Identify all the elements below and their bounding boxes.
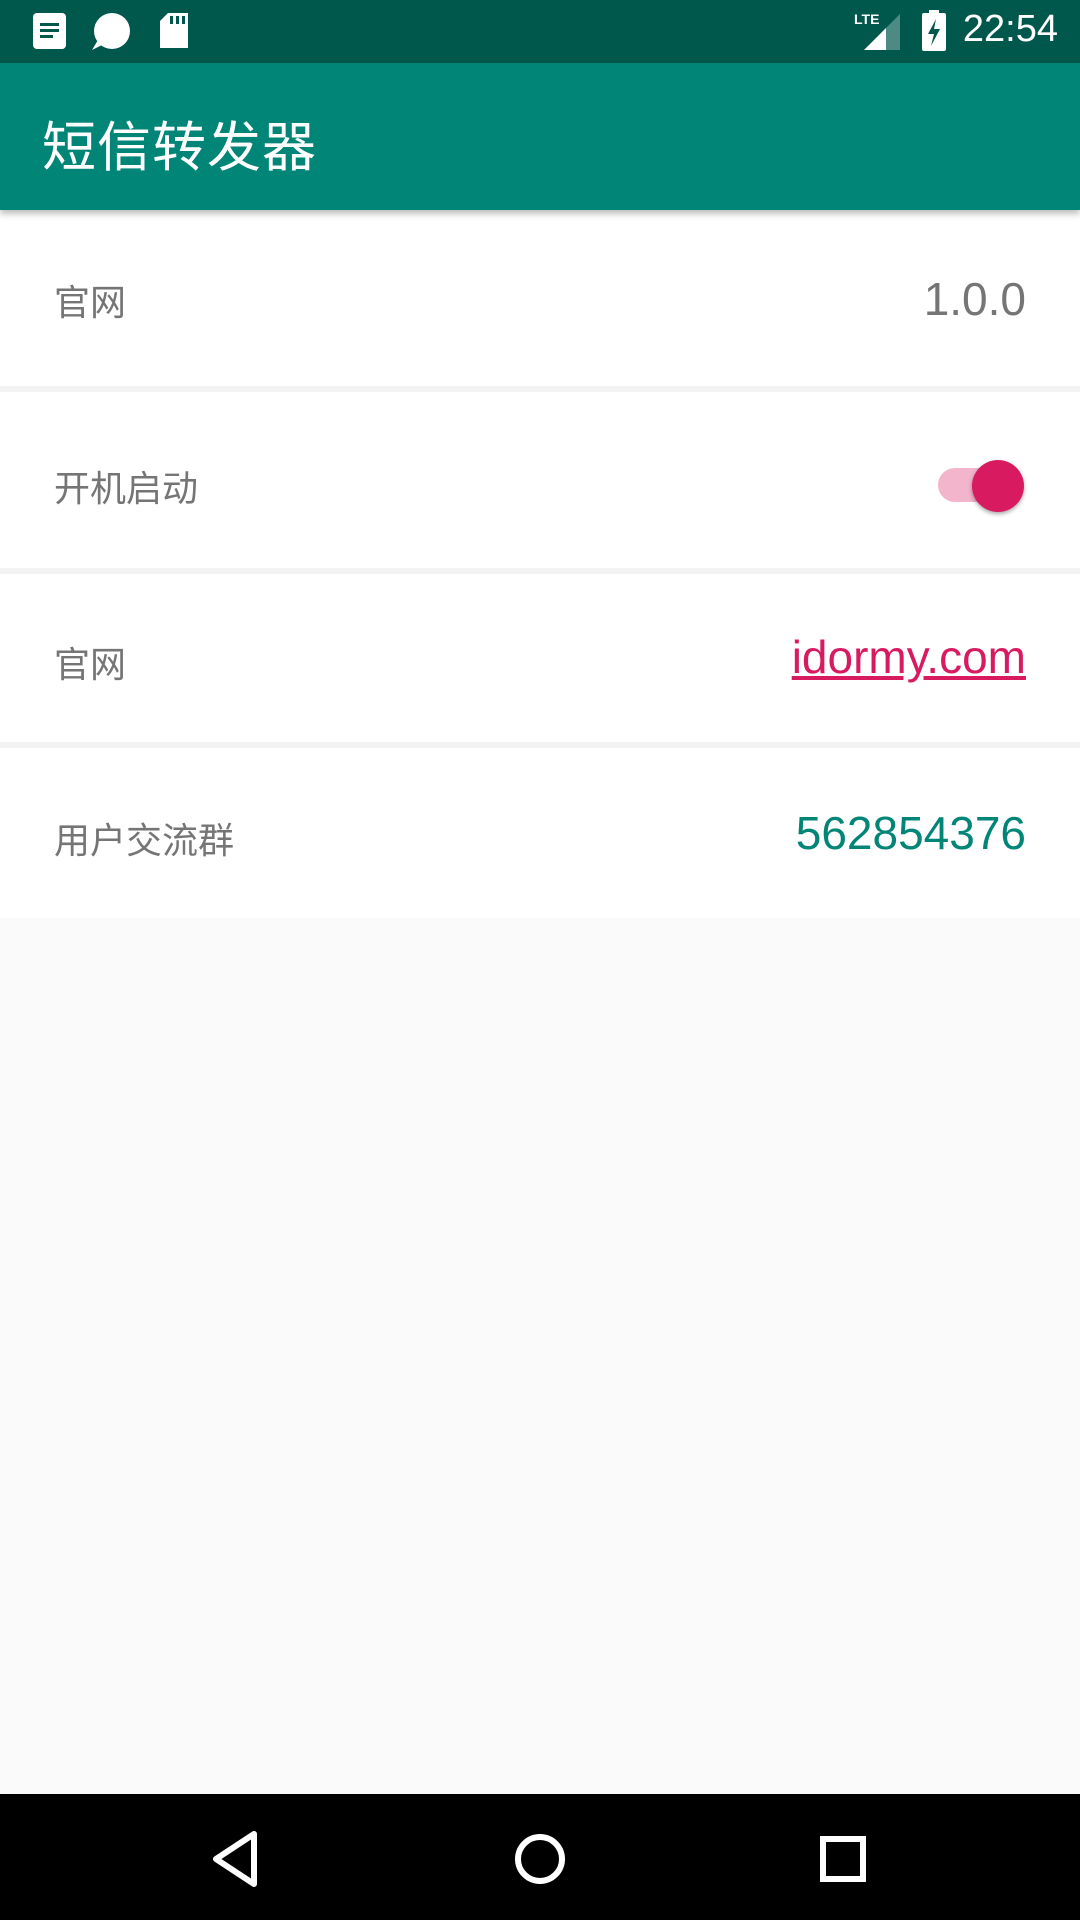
settings-list: 官网 1.0.0 开机启动 官网 idormy.com 用户交流群 562854… — [0, 210, 1080, 918]
version-label: 官网 — [54, 283, 127, 324]
navigation-bar — [0, 1794, 1080, 1920]
lte-signal-icon: LTE — [852, 10, 902, 56]
switch-thumb — [972, 460, 1024, 512]
back-icon[interactable] — [202, 1824, 272, 1894]
svg-text:LTE: LTE — [854, 11, 879, 27]
website-label: 官网 — [54, 645, 127, 686]
version-value: 1.0.0 — [923, 273, 1026, 325]
status-bar: LTE 22:54 — [0, 0, 1080, 63]
status-time: 22:54 — [962, 8, 1058, 50]
autostart-label: 开机启动 — [54, 469, 199, 510]
autostart-row[interactable]: 开机启动 — [0, 392, 1080, 568]
version-row: 官网 1.0.0 — [0, 210, 1080, 386]
user-group-label: 用户交流群 — [54, 821, 235, 862]
notes-icon — [32, 12, 68, 54]
chat-bubble-icon — [88, 12, 132, 56]
battery-charging-icon — [922, 10, 946, 56]
sd-card-icon — [158, 12, 190, 54]
website-link[interactable]: idormy.com — [792, 630, 1026, 684]
app-title: 短信转发器 — [42, 116, 317, 179]
home-icon[interactable] — [505, 1824, 575, 1894]
autostart-switch[interactable] — [938, 458, 1024, 512]
user-group-row: 用户交流群 562854376 — [0, 748, 1080, 918]
recents-icon[interactable] — [808, 1824, 878, 1894]
user-group-number[interactable]: 562854376 — [796, 806, 1026, 860]
app-toolbar: 短信转发器 — [0, 63, 1080, 210]
website-row: 官网 idormy.com — [0, 574, 1080, 742]
